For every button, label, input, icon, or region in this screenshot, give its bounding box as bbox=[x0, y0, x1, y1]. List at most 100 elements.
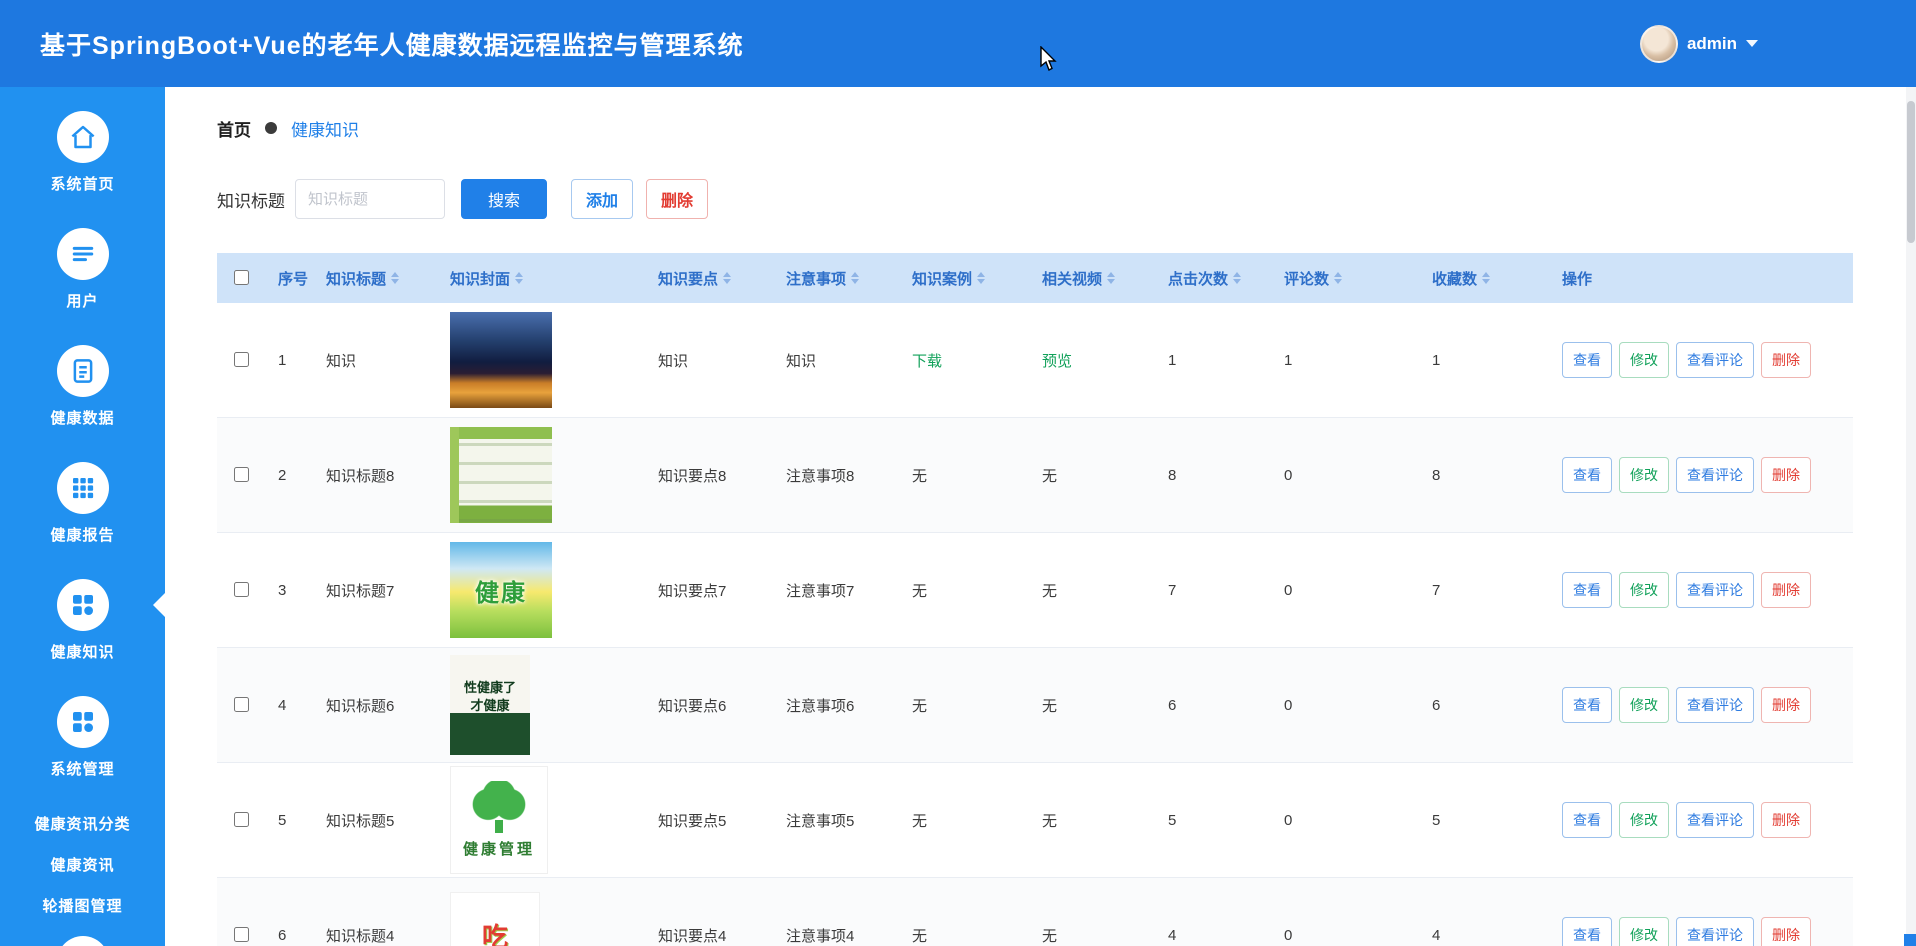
add-button[interactable]: 添加 bbox=[571, 179, 633, 219]
breadcrumb-home[interactable]: 首页 bbox=[217, 116, 251, 141]
click-count-cell: 6 bbox=[1155, 697, 1271, 714]
column-header[interactable]: 知识案例 bbox=[899, 268, 1029, 289]
related-video-cell: 无 bbox=[1042, 583, 1057, 600]
sidebar-item[interactable]: 健康资讯分类 bbox=[0, 813, 165, 834]
select-all-checkbox[interactable] bbox=[234, 270, 249, 285]
sidebar-item[interactable]: 健康资讯 bbox=[0, 854, 165, 875]
view-button[interactable]: 查看 bbox=[1562, 917, 1612, 946]
edit-button[interactable]: 修改 bbox=[1619, 572, 1669, 608]
scrollbar-thumb[interactable] bbox=[1907, 101, 1915, 243]
sort-icon[interactable] bbox=[515, 272, 523, 284]
breadcrumb-current[interactable]: 健康知识 bbox=[291, 116, 359, 141]
view-comments-button[interactable]: 查看评论 bbox=[1676, 917, 1754, 946]
sidebar-item[interactable]: 健康知识 bbox=[0, 579, 165, 662]
main-content: 首页 健康知识 知识标题 搜索 添加 删除 序号 知识标题 知识封面 知 bbox=[165, 87, 1916, 946]
column-header[interactable]: 注意事项 bbox=[773, 268, 899, 289]
sort-icon[interactable] bbox=[1107, 272, 1115, 284]
sidebar-item-label: 用户 bbox=[66, 290, 98, 311]
column-header[interactable]: 评论数 bbox=[1271, 268, 1419, 289]
view-comments-button[interactable]: 查看评论 bbox=[1676, 457, 1754, 493]
view-comments-button[interactable]: 查看评论 bbox=[1676, 687, 1754, 723]
view-button[interactable]: 查看 bbox=[1562, 457, 1612, 493]
column-header[interactable]: 操作 bbox=[1549, 268, 1853, 289]
sort-icon[interactable] bbox=[1482, 272, 1490, 284]
favorite-count-cell: 7 bbox=[1419, 582, 1549, 599]
view-comments-button[interactable]: 查看评论 bbox=[1676, 572, 1754, 608]
user-menu[interactable]: admin bbox=[1640, 25, 1758, 63]
sort-icon[interactable] bbox=[1334, 272, 1342, 284]
view-button[interactable]: 查看 bbox=[1562, 572, 1612, 608]
row-checkbox[interactable] bbox=[234, 697, 249, 712]
sidebar-item[interactable]: 健康数据 bbox=[0, 345, 165, 428]
column-header[interactable]: 序号 bbox=[265, 268, 313, 289]
sort-icon[interactable] bbox=[1233, 272, 1241, 284]
breadcrumb-separator-icon bbox=[265, 122, 277, 134]
comment-count-cell: 0 bbox=[1271, 812, 1419, 829]
row-checkbox[interactable] bbox=[234, 352, 249, 367]
sidebar-item[interactable]: 轮播图管理 bbox=[0, 895, 165, 916]
table-row: 4 知识标题6 性健康了 才健康 知识要点6 注意事项6 无 无 6 0 6 查… bbox=[217, 648, 1853, 763]
row-delete-button[interactable]: 删除 bbox=[1761, 687, 1811, 723]
sort-icon[interactable] bbox=[977, 272, 985, 284]
knowledge-case-cell[interactable]: 下载 bbox=[912, 353, 942, 370]
row-actions: 查看 修改 查看评论 删除 bbox=[1549, 342, 1853, 378]
related-video-cell[interactable]: 预览 bbox=[1042, 353, 1072, 370]
knowledge-title-cell: 知识标题7 bbox=[313, 580, 437, 601]
edit-button[interactable]: 修改 bbox=[1619, 802, 1669, 838]
list-icon bbox=[57, 228, 109, 280]
row-delete-button[interactable]: 删除 bbox=[1761, 917, 1811, 946]
column-header[interactable]: 点击次数 bbox=[1155, 268, 1271, 289]
row-checkbox[interactable] bbox=[234, 582, 249, 597]
row-index: 1 bbox=[265, 352, 313, 369]
delete-button[interactable]: 删除 bbox=[646, 179, 708, 219]
sort-icon[interactable] bbox=[851, 272, 859, 284]
view-button[interactable]: 查看 bbox=[1562, 687, 1612, 723]
sidebar-item[interactable] bbox=[0, 936, 165, 946]
sidebar-item[interactable]: 用户 bbox=[0, 228, 165, 311]
search-input[interactable] bbox=[295, 179, 445, 219]
row-checkbox[interactable] bbox=[234, 812, 249, 827]
edit-button[interactable]: 修改 bbox=[1619, 457, 1669, 493]
click-count-cell: 4 bbox=[1155, 927, 1271, 944]
knowledge-notes-cell: 注意事项8 bbox=[773, 465, 899, 486]
username: admin bbox=[1687, 34, 1737, 54]
edit-button[interactable]: 修改 bbox=[1619, 687, 1669, 723]
column-header[interactable]: 相关视频 bbox=[1029, 268, 1155, 289]
column-header[interactable]: 收藏数 bbox=[1419, 268, 1549, 289]
row-checkbox[interactable] bbox=[234, 927, 249, 942]
square-icon bbox=[57, 936, 109, 946]
knowledge-points-cell: 知识 bbox=[645, 350, 773, 371]
row-actions: 查看 修改 查看评论 删除 bbox=[1549, 572, 1853, 608]
sidebar-item[interactable]: 健康报告 bbox=[0, 462, 165, 545]
vertical-scrollbar[interactable] bbox=[1906, 87, 1916, 946]
knowledge-case-cell: 无 bbox=[912, 583, 927, 600]
column-header[interactable]: 知识要点 bbox=[645, 268, 773, 289]
row-delete-button[interactable]: 删除 bbox=[1761, 342, 1811, 378]
sidebar-item[interactable]: 系统管理 bbox=[0, 696, 165, 779]
row-checkbox[interactable] bbox=[234, 467, 249, 482]
sort-icon[interactable] bbox=[723, 272, 731, 284]
sidebar-item-label: 健康知识 bbox=[50, 641, 114, 662]
column-header[interactable]: 知识封面 bbox=[437, 268, 645, 289]
column-header[interactable]: 知识标题 bbox=[313, 268, 437, 289]
favorite-count-cell: 5 bbox=[1419, 812, 1549, 829]
sort-icon[interactable] bbox=[391, 272, 399, 284]
row-actions: 查看 修改 查看评论 删除 bbox=[1549, 917, 1853, 946]
edit-button[interactable]: 修改 bbox=[1619, 342, 1669, 378]
comment-count-cell: 1 bbox=[1271, 352, 1419, 369]
edit-button[interactable]: 修改 bbox=[1619, 917, 1669, 946]
row-delete-button[interactable]: 删除 bbox=[1761, 572, 1811, 608]
select-all-cell bbox=[217, 267, 265, 289]
user-avatar[interactable] bbox=[1640, 25, 1678, 63]
knowledge-title-cell: 知识标题4 bbox=[313, 925, 437, 946]
row-delete-button[interactable]: 删除 bbox=[1761, 457, 1811, 493]
knowledge-cover-image: 性健康了 才健康 bbox=[450, 655, 530, 755]
row-index: 4 bbox=[265, 697, 313, 714]
view-comments-button[interactable]: 查看评论 bbox=[1676, 342, 1754, 378]
view-comments-button[interactable]: 查看评论 bbox=[1676, 802, 1754, 838]
view-button[interactable]: 查看 bbox=[1562, 342, 1612, 378]
row-delete-button[interactable]: 删除 bbox=[1761, 802, 1811, 838]
sidebar-item[interactable]: 系统首页 bbox=[0, 111, 165, 194]
view-button[interactable]: 查看 bbox=[1562, 802, 1612, 838]
search-button[interactable]: 搜索 bbox=[461, 179, 547, 219]
